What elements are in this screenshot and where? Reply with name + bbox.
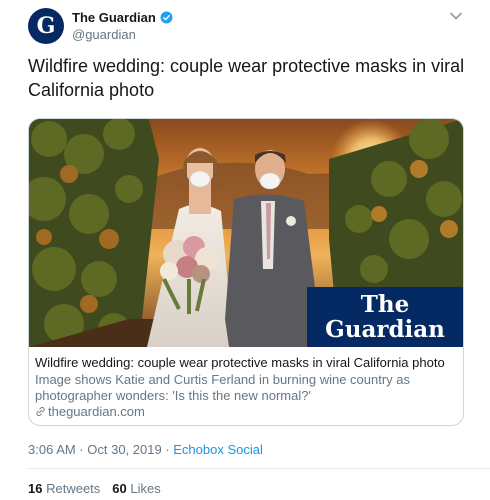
- card-domain-text[interactable]: theguardian.com: [48, 404, 145, 419]
- card-image[interactable]: The Guardian: [29, 119, 463, 347]
- avatar-logo: G: [36, 12, 56, 39]
- guardian-logo-line2: Guardian: [325, 316, 445, 343]
- divider: [28, 468, 490, 469]
- tweet-text: Wildfire wedding: couple wear protective…: [28, 56, 465, 100]
- avatar[interactable]: G: [28, 8, 64, 44]
- verified-icon: [160, 11, 173, 24]
- display-name-text[interactable]: The Guardian: [72, 10, 156, 25]
- tweet-timestamp[interactable]: 3:06 AM · Oct 30, 2019: [28, 442, 162, 457]
- retweets-stat[interactable]: 16 Retweets: [28, 481, 100, 496]
- likes-stat[interactable]: 60 Likes: [112, 481, 160, 496]
- tweet-stats: 16 Retweets 60 Likes: [28, 481, 161, 496]
- card-description: Image shows Katie and Curtis Ferland in …: [35, 372, 411, 403]
- likes-count: 60: [112, 481, 127, 496]
- retweets-label: Retweets: [46, 481, 101, 496]
- retweets-count: 16: [28, 481, 43, 496]
- chevron-down-icon[interactable]: [450, 12, 462, 20]
- tweet-source[interactable]: Echobox Social: [173, 442, 263, 457]
- tweet: G The Guardian @guardian Wildfire weddin…: [0, 0, 490, 500]
- card-title[interactable]: Wildfire wedding: couple wear protective…: [35, 354, 459, 371]
- link-card[interactable]: The Guardian Wildfire wedding: couple we…: [28, 118, 464, 426]
- likes-label: Likes: [130, 481, 161, 496]
- account-handle[interactable]: @guardian: [72, 27, 136, 42]
- guardian-logo-line1: The: [361, 291, 409, 318]
- meta-separator: ·: [161, 442, 174, 457]
- link-icon: [36, 407, 45, 416]
- display-name[interactable]: The Guardian: [72, 10, 173, 25]
- card-domain[interactable]: theguardian.com: [35, 404, 145, 419]
- tweet-meta: 3:06 AM · Oct 30, 2019 · Echobox Social: [28, 442, 263, 457]
